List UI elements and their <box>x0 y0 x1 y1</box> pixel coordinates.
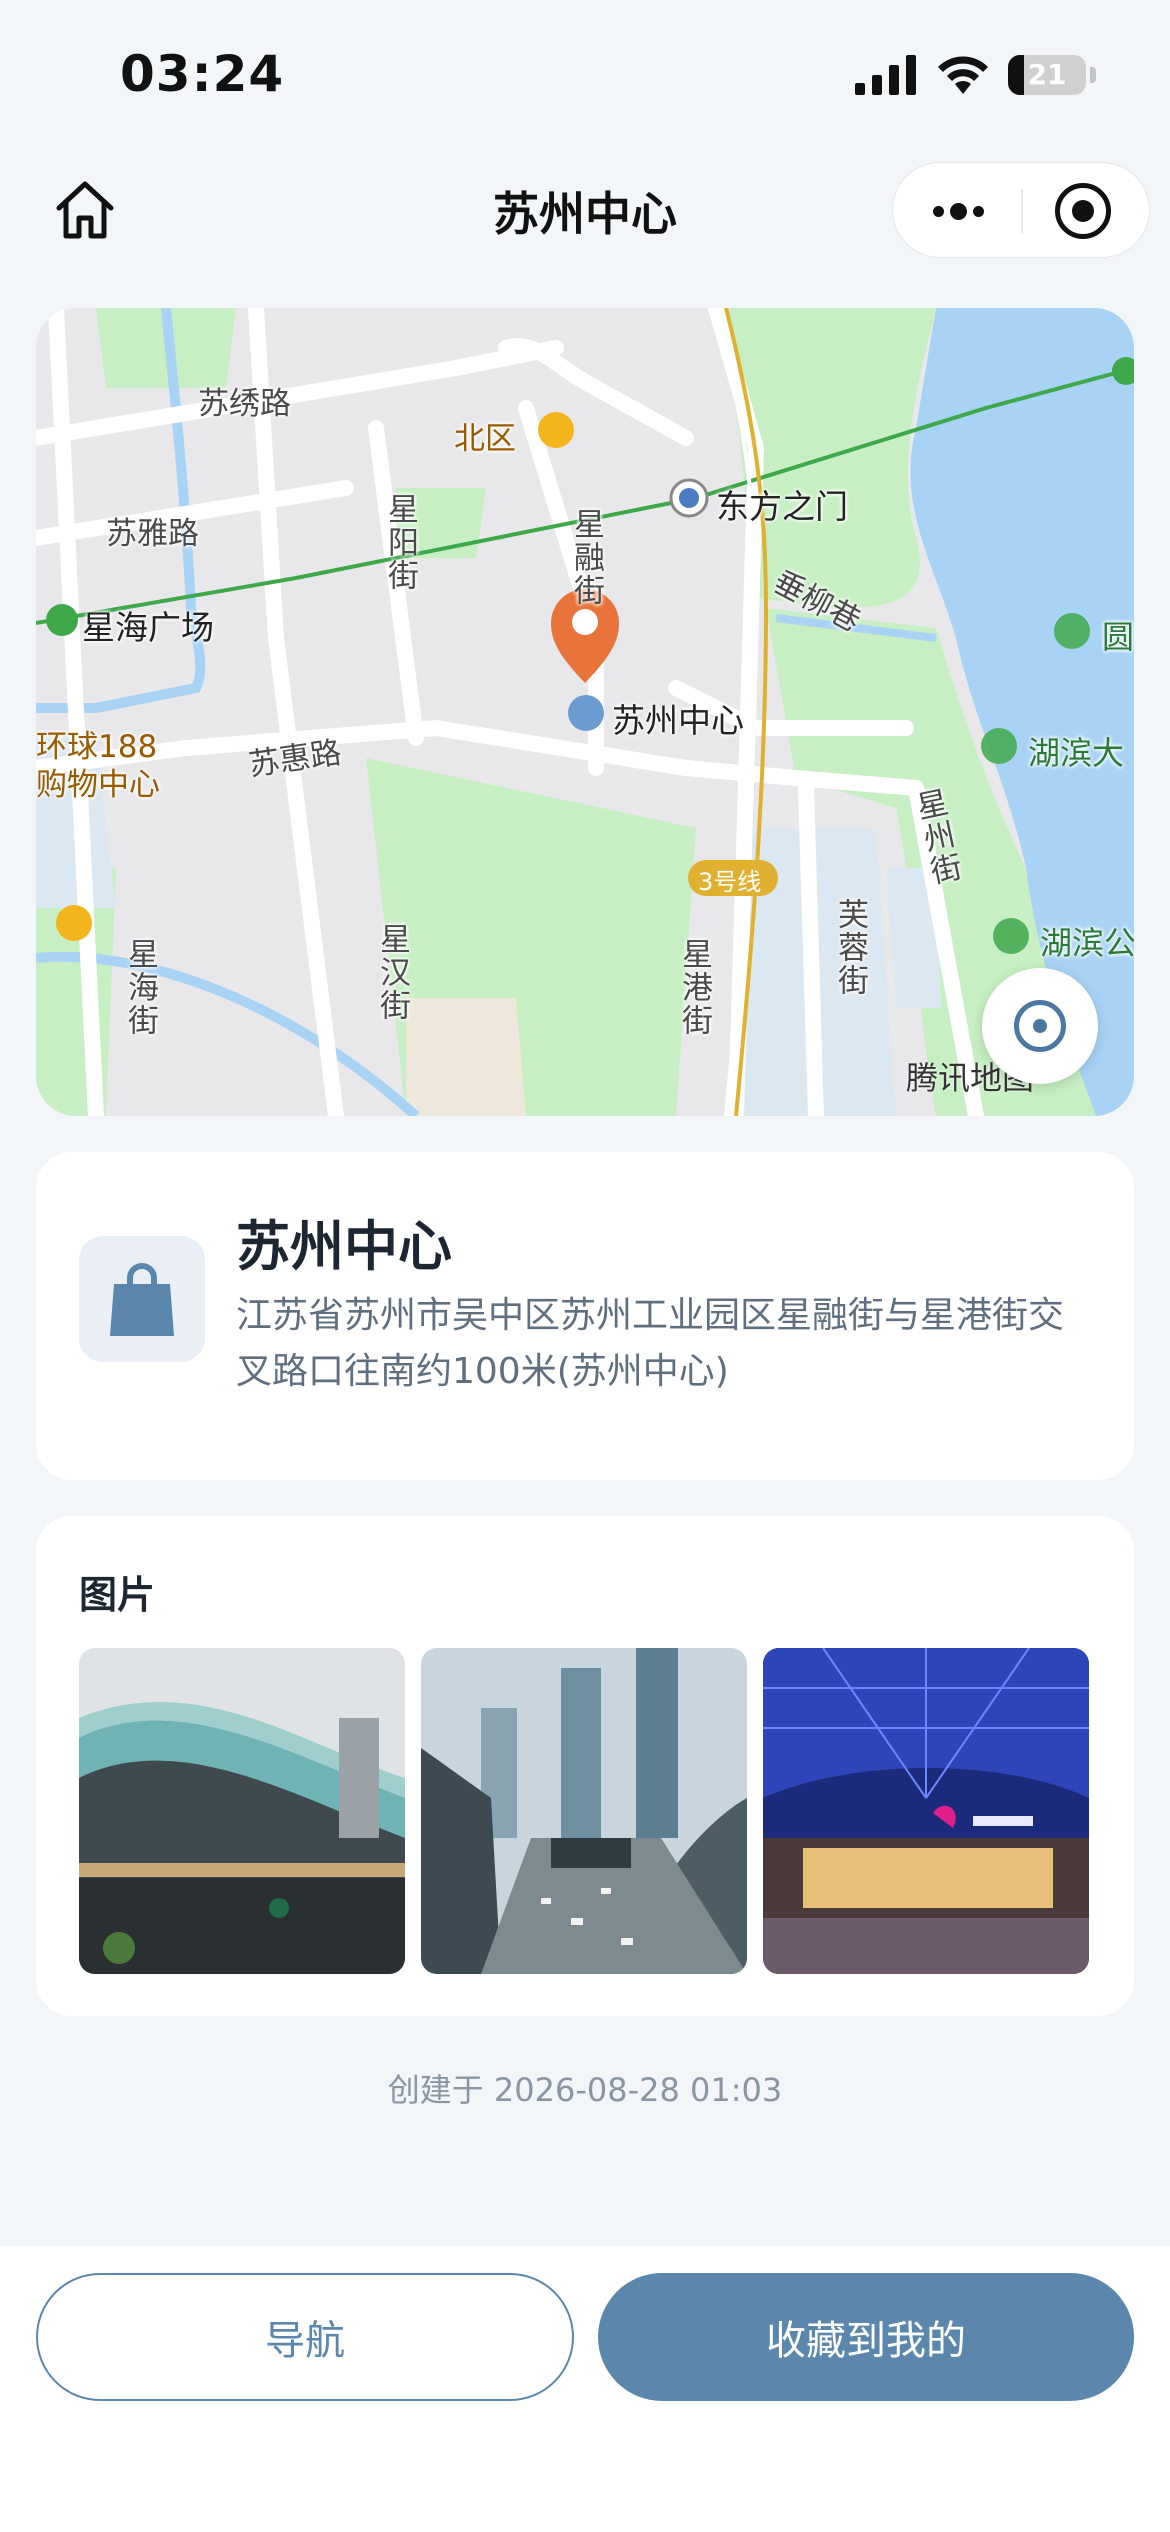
status-time: 03:24 <box>120 45 285 103</box>
close-mini-program-button[interactable] <box>1055 183 1111 239</box>
map-label-suzhou-center: 苏州中心 <box>612 701 744 740</box>
more-options-button[interactable] <box>923 181 993 241</box>
navigate-button[interactable]: 导航 <box>36 2273 574 2401</box>
place-name: 苏州中心 <box>236 1215 452 1278</box>
map-label-beiqu: 北区 <box>454 421 516 457</box>
home-icon <box>56 181 114 239</box>
locate-me-button[interactable] <box>982 968 1098 1084</box>
map-label-xinghai-square: 星海广场 <box>82 608 214 647</box>
map-label-suya-road: 苏雅路 <box>106 516 199 552</box>
map-label-suxiu-road: 苏绣路 <box>198 386 291 422</box>
more-dot-icon <box>972 205 984 217</box>
battery-nub <box>1090 67 1096 83</box>
photo-thumbnail[interactable] <box>79 1648 405 1974</box>
more-dot-icon <box>949 202 967 220</box>
battery-icon: 21 <box>1008 55 1086 95</box>
page-title: 苏州中心 <box>493 187 677 241</box>
map-label-xingyang-street: 星阳街 <box>382 493 418 592</box>
map-label-yuan: 圆 <box>1102 618 1134 656</box>
map-label-hubin-2: 湖滨公 <box>1040 924 1134 962</box>
photo-thumbnail[interactable] <box>421 1648 747 1974</box>
map-label-furong-street: 芙蓉街 <box>832 898 868 997</box>
place-address: 江苏省苏州市吴中区苏州工业园区星融街与星港街交叉路口往南约100米(苏州中心) <box>236 1295 1065 1392</box>
capsule-divider <box>1021 189 1023 233</box>
map-label-xinghan-street: 星汉街 <box>374 923 410 1022</box>
map-label-line3: 3号线 <box>698 868 762 896</box>
home-button[interactable] <box>50 175 120 245</box>
place-info-card: 苏州中心 江苏省苏州市吴中区苏州工业园区星融街与星港街交叉路口往南约100米(苏… <box>36 1152 1134 1480</box>
cellular-signal-icon <box>855 55 916 95</box>
map-label-dongfang-gate: 东方之门 <box>716 487 848 526</box>
photos-card: 图片 <box>36 1516 1134 2016</box>
locate-icon <box>1014 1000 1066 1052</box>
mini-program-capsule <box>892 162 1150 258</box>
map-label-xingrong-street: 星融街 <box>568 508 604 607</box>
map-canvas <box>36 308 1134 1116</box>
add-to-favorites-button[interactable]: 收藏到我的 <box>598 2273 1134 2401</box>
bottom-action-bar: 导航 收藏到我的 <box>0 2246 1170 2532</box>
photos-title: 图片 <box>79 1573 156 1617</box>
photo-thumbnail[interactable] <box>763 1648 1089 1974</box>
map-view[interactable]: 苏绣路 苏雅路 北区 东方之门 星阳街 星融街 垂柳巷 星海广场 苏州中心 圆 … <box>36 308 1134 1116</box>
map-label-xinghai-street: 星海街 <box>122 938 158 1037</box>
shopping-bag-icon <box>79 1236 205 1362</box>
wifi-icon <box>938 56 988 94</box>
map-label-xinggang-street: 星港街 <box>676 938 712 1037</box>
battery-level: 21 <box>1027 58 1067 91</box>
created-timestamp: 创建于 2026-08-28 01:03 <box>387 2071 783 2109</box>
navigation-bar: 苏州中心 <box>0 150 1170 270</box>
more-dot-icon <box>932 205 944 217</box>
map-label-hubin-1: 湖滨大 <box>1028 734 1125 772</box>
map-label-huanqiu-188: 环球188 购物中心 <box>36 729 160 803</box>
status-bar: 03:24 21 <box>0 0 1170 150</box>
